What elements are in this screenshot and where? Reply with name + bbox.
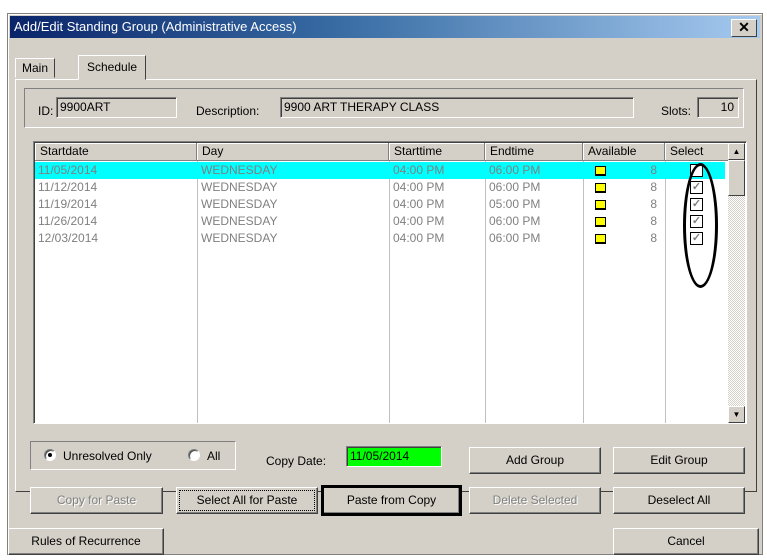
unresolved-only-radio[interactable]: [44, 449, 56, 461]
edit-group-button[interactable]: Edit Group: [613, 447, 745, 474]
cell-startdate: 11/26/2014: [38, 214, 98, 228]
cell-startdate: 12/03/2014: [38, 231, 99, 245]
cell-available: 8: [650, 214, 657, 228]
cell-starttime: 04:00 PM: [393, 214, 445, 228]
tab-schedule-label: Schedule: [87, 60, 138, 74]
table-row[interactable]: 11/19/2014 WEDNESDAY 04:00 PM 05:00 PM 8…: [35, 196, 725, 213]
cell-endtime: 06:00 PM: [489, 231, 541, 245]
cell-available: 8: [650, 180, 657, 194]
copy-date-field[interactable]: 11/05/2014: [346, 446, 442, 467]
cell-endtime: 06:00 PM: [489, 163, 541, 177]
arrow-up-icon: ▲: [732, 147, 741, 156]
scroll-up-button[interactable]: ▲: [728, 143, 745, 160]
cell-available: 8: [650, 231, 657, 245]
paste-from-copy-button[interactable]: Paste from Copy: [321, 485, 462, 516]
add-group-button[interactable]: Add Group: [469, 447, 601, 474]
table-row[interactable]: 11/05/2014 WEDNESDAY 04:00 PM 06:00 PM 8: [35, 162, 725, 179]
available-indicator-icon: [595, 166, 606, 176]
available-indicator-icon: [595, 183, 606, 193]
cell-endtime: 05:00 PM: [489, 197, 541, 211]
column-header-day[interactable]: Day: [197, 143, 389, 161]
highlight-oval: [683, 163, 718, 288]
radio-selected-dot: [48, 453, 52, 457]
table-row[interactable]: 11/26/2014 WEDNESDAY 04:00 PM 06:00 PM 8…: [35, 213, 725, 230]
copy-date-label: Copy Date:: [266, 454, 327, 468]
cell-day: WEDNESDAY: [201, 163, 278, 177]
cell-starttime: 04:00 PM: [393, 197, 445, 211]
description-label: Description:: [196, 104, 260, 118]
close-button[interactable]: ✕: [731, 19, 757, 37]
cell-available: 8: [650, 197, 657, 211]
vertical-scrollbar[interactable]: ▲ ▼: [728, 143, 745, 423]
cell-starttime: 04:00 PM: [393, 231, 445, 245]
cell-day: WEDNESDAY: [201, 231, 278, 245]
available-indicator-icon: [595, 234, 606, 244]
all-label[interactable]: All: [207, 449, 220, 463]
column-header-starttime[interactable]: Starttime: [389, 143, 485, 161]
select-all-for-paste-button[interactable]: Select All for Paste: [176, 487, 318, 514]
column-header-startdate[interactable]: Startdate: [35, 143, 197, 161]
tab-main-label: Main: [22, 61, 49, 75]
delete-selected-button[interactable]: Delete Selected: [469, 487, 601, 514]
cell-starttime: 04:00 PM: [393, 163, 445, 177]
description-field: 9900 ART THERAPY CLASS: [280, 97, 634, 118]
cell-day: WEDNESDAY: [201, 197, 278, 211]
copy-for-paste-button[interactable]: Copy for Paste: [30, 487, 163, 514]
deselect-all-button[interactable]: Deselect All: [613, 487, 745, 514]
close-icon: ✕: [738, 19, 750, 35]
all-radio[interactable]: [188, 449, 200, 461]
cell-startdate: 11/19/2014: [38, 197, 98, 211]
id-field: 9900ART: [56, 97, 177, 118]
cell-day: WEDNESDAY: [201, 180, 278, 194]
available-indicator-icon: [595, 200, 606, 210]
cell-startdate: 11/05/2014: [38, 163, 98, 177]
column-header-endtime[interactable]: Endtime: [485, 143, 583, 161]
title-bar: Add/Edit Standing Group (Administrative …: [10, 16, 760, 38]
rules-of-recurrence-button[interactable]: Rules of Recurrence: [8, 528, 164, 555]
cell-endtime: 06:00 PM: [489, 180, 541, 194]
schedule-grid[interactable]: Startdate Day Starttime Endtime Availabl…: [33, 141, 747, 424]
slots-label: Slots:: [661, 104, 692, 118]
id-label: ID:: [38, 104, 54, 118]
cell-startdate: 11/12/2014: [38, 180, 98, 194]
table-row[interactable]: 11/12/2014 WEDNESDAY 04:00 PM 06:00 PM 8…: [35, 179, 725, 196]
cell-endtime: 06:00 PM: [489, 214, 541, 228]
scroll-thumb[interactable]: [728, 160, 745, 196]
tab-schedule[interactable]: Schedule: [78, 55, 147, 80]
window-title: Add/Edit Standing Group (Administrative …: [14, 19, 297, 34]
cell-starttime: 04:00 PM: [393, 180, 445, 194]
cell-day: WEDNESDAY: [201, 214, 278, 228]
column-header-available[interactable]: Available: [583, 143, 665, 161]
cancel-button[interactable]: Cancel: [613, 528, 759, 555]
unresolved-only-label[interactable]: Unresolved Only: [63, 449, 152, 463]
arrow-down-icon: ▼: [732, 410, 741, 419]
table-row[interactable]: 12/03/2014 WEDNESDAY 04:00 PM 06:00 PM 8…: [35, 230, 725, 247]
scroll-down-button[interactable]: ▼: [728, 406, 745, 423]
column-header-select[interactable]: Select: [665, 143, 729, 161]
tab-main[interactable]: Main: [15, 58, 56, 78]
available-indicator-icon: [595, 217, 606, 227]
cell-available: 8: [650, 163, 657, 177]
slots-field: 10: [697, 97, 739, 118]
